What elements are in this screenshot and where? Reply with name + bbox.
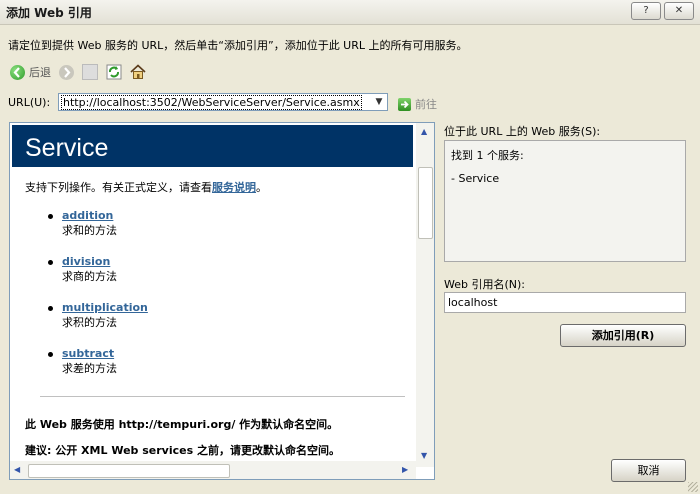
operation-link-division[interactable]: division	[62, 255, 148, 268]
url-dropdown-button[interactable]: ▼	[371, 94, 387, 110]
operation-item: addition 求和的方法	[48, 209, 148, 238]
operation-link-addition[interactable]: addition	[62, 209, 148, 222]
scroll-down-icon[interactable]: ▼	[421, 451, 427, 460]
url-label: URL(U):	[8, 96, 51, 109]
operation-desc: 求差的方法	[62, 362, 117, 375]
url-combobox[interactable]: http://localhost:3502/WebServiceServer/S…	[58, 93, 388, 111]
home-button[interactable]	[130, 64, 146, 80]
url-value: http://localhost:3502/WebServiceServer/S…	[61, 95, 362, 110]
home-icon	[130, 64, 146, 79]
services-found-summary: 找到 1 个服务:	[451, 149, 524, 162]
operation-item: division 求商的方法	[48, 255, 148, 284]
operation-link-multiplication[interactable]: multiplication	[62, 301, 148, 314]
close-button[interactable]: ✕	[664, 2, 694, 20]
namespace-note: 此 Web 服务使用 http://tempuri.org/ 作为默认命名空间。	[25, 418, 339, 431]
service-description-link[interactable]: 服务说明	[212, 181, 256, 194]
service-title: Service	[25, 134, 109, 162]
refresh-button[interactable]	[106, 64, 122, 80]
scroll-left-icon[interactable]: ◀	[14, 465, 20, 474]
go-button[interactable]: 前往	[398, 96, 437, 112]
forward-arrow-icon	[59, 64, 74, 80]
intro-text: 支持下列操作。有关正式定义，请查看	[25, 181, 212, 194]
operation-item: subtract 求差的方法	[48, 347, 148, 376]
services-found-box: 找到 1 个服务: - Service	[444, 140, 686, 262]
operation-desc: 求积的方法	[62, 316, 117, 329]
operation-link-subtract[interactable]: subtract	[62, 347, 148, 360]
window-title: 添加 Web 引用	[6, 6, 92, 20]
vertical-scrollbar[interactable]: ▲ ▼	[416, 123, 434, 467]
browser-toolbar: 后退	[10, 62, 154, 82]
cancel-button[interactable]: 取消	[611, 459, 686, 482]
help-button[interactable]: ?	[631, 2, 661, 20]
reference-name-label: Web 引用名(N):	[444, 278, 525, 291]
back-arrow-icon	[10, 64, 25, 80]
service-header: Service	[12, 125, 413, 167]
scroll-right-icon[interactable]: ▶	[402, 465, 408, 474]
vertical-scroll-thumb[interactable]	[418, 167, 433, 239]
scroll-up-icon[interactable]: ▲	[421, 127, 427, 136]
services-found-label: 位于此 URL 上的 Web 服务(S):	[444, 125, 601, 138]
title-bar: 添加 Web 引用 ? ✕	[0, 0, 700, 25]
url-input[interactable]: http://localhost:3502/WebServiceServer/S…	[61, 95, 362, 110]
stop-icon	[82, 64, 98, 80]
horizontal-scrollbar[interactable]: ◀ ▶	[10, 461, 416, 479]
title-buttons: ? ✕	[631, 2, 694, 20]
back-label: 后退	[29, 66, 51, 79]
advice-note: 建议: 公开 XML Web services 之前，请更改默认命名空间。	[25, 444, 340, 457]
operation-item: multiplication 求积的方法	[48, 301, 148, 330]
service-intro: 支持下列操作。有关正式定义，请查看服务说明。	[25, 179, 267, 195]
horizontal-scroll-thumb[interactable]	[28, 464, 230, 478]
divider	[40, 396, 405, 397]
go-label: 前往	[415, 98, 437, 111]
forward-button[interactable]	[59, 64, 74, 80]
operation-desc: 求商的方法	[62, 270, 117, 283]
back-button[interactable]: 后退	[10, 64, 51, 80]
operation-desc: 求和的方法	[62, 224, 117, 237]
stop-button[interactable]	[82, 64, 98, 80]
reference-name-input[interactable]	[444, 292, 686, 313]
instruction-text: 请定位到提供 Web 服务的 URL，然后单击“添加引用”，添加位于此 URL …	[8, 39, 468, 52]
add-reference-button[interactable]: 添加引用(R)	[560, 324, 686, 347]
service-preview-pane: Service 支持下列操作。有关正式定义，请查看服务说明。 addition …	[9, 122, 435, 480]
operations-list: addition 求和的方法 division 求商的方法 multiplica…	[48, 209, 148, 393]
intro-end: 。	[256, 181, 267, 194]
refresh-icon	[106, 64, 122, 80]
resize-grip[interactable]	[688, 482, 698, 492]
service-list-item: - Service	[451, 172, 500, 185]
go-arrow-icon	[398, 97, 411, 111]
